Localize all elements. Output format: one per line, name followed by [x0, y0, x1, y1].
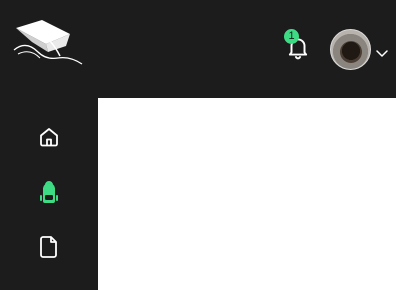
user-avatar[interactable]	[330, 29, 371, 70]
chevron-down-icon[interactable]	[375, 45, 389, 57]
document-icon	[40, 236, 57, 258]
backpack-icon	[40, 181, 58, 203]
graduation-cap-logo-icon[interactable]	[12, 16, 84, 68]
main-content-area	[98, 98, 396, 290]
app-window: 1	[0, 0, 396, 290]
sidebar-item-home[interactable]	[29, 117, 69, 157]
sidebar-item-courses[interactable]	[29, 173, 69, 213]
home-icon	[40, 128, 58, 147]
notifications-button[interactable]: 1	[281, 29, 315, 63]
sidebar-item-documents[interactable]	[29, 227, 69, 267]
sidebar	[0, 98, 98, 290]
notification-count-badge: 1	[284, 29, 299, 44]
top-bar: 1	[0, 0, 396, 98]
